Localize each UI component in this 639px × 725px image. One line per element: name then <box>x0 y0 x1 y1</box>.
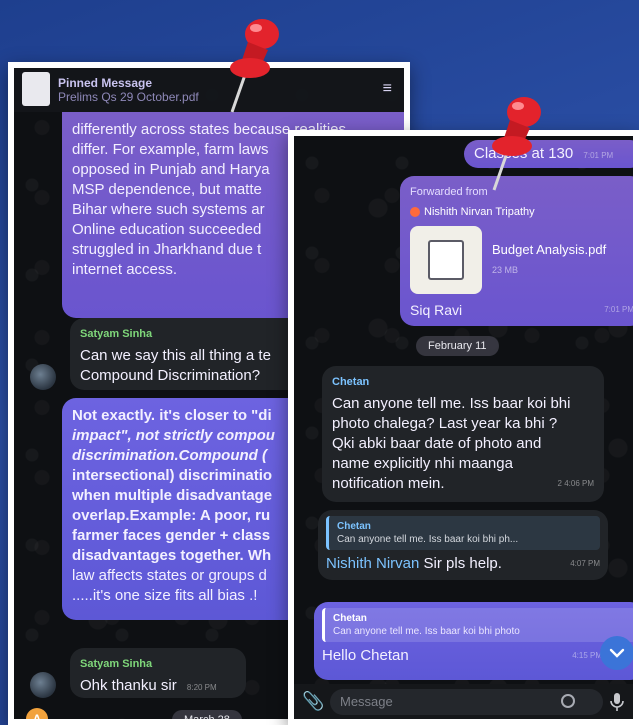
date-separator: February 11 <box>416 336 499 356</box>
message-time: 7:01 PM <box>583 151 614 160</box>
document-icon <box>428 240 464 280</box>
message-input-placeholder: Message <box>340 694 393 709</box>
message-composer: 📎 Message <box>294 684 633 719</box>
message-bubble-reply-help: Chetan Can anyone tell me. Iss baar koi … <box>318 510 608 580</box>
message-bubble-thanks: Satyam Sinha Ohk thanku sir 8:20 PM <box>70 648 246 698</box>
date-separator: March 28 <box>172 710 242 719</box>
scroll-down-button[interactable] <box>600 636 633 670</box>
quoted-sender: Chetan <box>337 521 371 532</box>
file-size: 23 MB <box>492 265 519 275</box>
right-chat-screen: Classes at 130 7:01 PM Forwarded from Ni… <box>294 136 633 719</box>
message-input[interactable]: Message <box>330 688 603 715</box>
file-caption: Siq Ravi <box>410 302 463 318</box>
pinned-file-name: Prelims Qs 29 October.pdf <box>58 90 199 104</box>
push-pin-icon <box>230 19 279 113</box>
message-meta: 2 4:06 PM <box>557 479 594 488</box>
avatar-letter: A <box>32 712 42 719</box>
message-line: notification mein. <box>332 475 445 492</box>
message-text: Hello Chetan <box>322 647 409 664</box>
message-text: Ohk thanku sir <box>80 677 177 694</box>
forwarded-from-name[interactable]: Nishith Nirvan Tripathy <box>424 202 535 222</box>
file-name: Budget Analysis.pdf <box>492 242 607 257</box>
user-avatar[interactable]: A <box>26 708 48 719</box>
message-line: Qki abki baar date of photo and <box>332 435 542 452</box>
message-time: 7:01 PM <box>604 305 633 314</box>
file-thumbnail[interactable] <box>410 226 482 294</box>
quoted-message[interactable]: Chetan Can anyone tell me. Iss baar koi … <box>322 608 633 642</box>
pinned-title: Pinned Message <box>58 76 153 90</box>
push-pin-icon <box>492 97 541 191</box>
quoted-sender: Chetan <box>333 613 367 624</box>
sender-avatar[interactable] <box>30 364 56 390</box>
schedule-icon[interactable] <box>561 693 575 708</box>
message-time: 4:07 PM <box>570 559 600 568</box>
message-time: 4:15 PM <box>572 651 602 660</box>
message-bubble-reply-hello: Chetan Can anyone tell me. Iss baar koi … <box>314 602 633 680</box>
quoted-message[interactable]: Chetan Can anyone tell me. Iss baar koi … <box>326 516 600 550</box>
message-line: Can anyone tell me. Iss baar koi bhi <box>332 395 571 412</box>
message-sender[interactable]: Satyam Sinha <box>80 654 236 674</box>
message-time: 8:20 PM <box>186 683 217 692</box>
quoted-text: Can anyone tell me. Iss baar koi bhi pho… <box>333 626 520 637</box>
message-bubble-chetan: Chetan Can anyone tell me. Iss baar koi … <box>322 366 604 502</box>
attach-icon[interactable]: 📎 <box>302 691 324 712</box>
pinned-list-icon[interactable]: ≡ <box>383 80 392 98</box>
sender-avatar[interactable] <box>30 672 56 698</box>
microphone-icon[interactable] <box>609 692 625 712</box>
pinned-file-thumbnail <box>22 72 50 106</box>
channel-icon <box>410 207 420 217</box>
mention-link[interactable]: Nishith Nirvan <box>326 555 419 572</box>
chevron-down-icon <box>609 648 625 658</box>
quoted-text: Can anyone tell me. Iss baar koi bhi ph.… <box>337 534 519 545</box>
message-text: Sir pls help. <box>419 555 502 572</box>
message-line: photo chalega? Last year ka bhi ? <box>332 415 558 432</box>
right-screenshot-frame: Classes at 130 7:01 PM Forwarded from Ni… <box>288 130 639 725</box>
message-line: name explicitly nhi maanga <box>332 455 513 472</box>
message-sender[interactable]: Chetan <box>332 372 594 392</box>
pinned-message-bar[interactable]: Pinned Message Prelims Qs 29 October.pdf… <box>14 68 404 112</box>
